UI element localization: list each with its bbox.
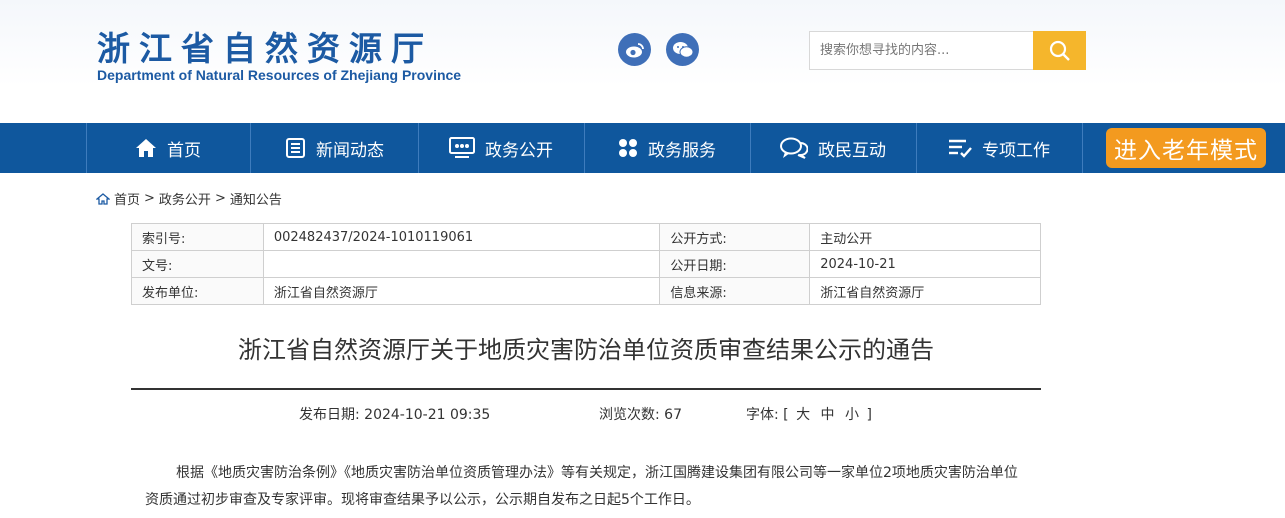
nav-item-label: 新闻动态 xyxy=(316,140,384,161)
nav-item-special-work[interactable]: 专项工作 xyxy=(916,123,1082,173)
site-title-cn[interactable]: 浙江省自然资源厅 xyxy=(97,22,433,70)
home-icon xyxy=(136,139,156,157)
article-paragraph: 根据《地质灾害防治条例》《地质灾害防治单位资质管理办法》等有关规定，浙江国腾建设… xyxy=(145,465,1018,508)
nav-item-label: 专项工作 xyxy=(982,140,1050,161)
search-icon xyxy=(1049,40,1070,61)
nav-item-home[interactable]: 首页 xyxy=(86,123,250,173)
font-small-button[interactable]: 小 xyxy=(845,407,859,423)
font-size-label: 字体: [ xyxy=(746,407,789,423)
nav-item-gov-open[interactable]: 政务公开 xyxy=(418,123,584,173)
site-header: 浙江省自然资源厅 Department of Natural Resources… xyxy=(0,0,1285,123)
publish-date: 发布日期: 2024-10-21 09:35 xyxy=(299,407,491,423)
issuer-label: 发布单位: xyxy=(131,277,264,305)
gov-open-icon xyxy=(449,137,475,158)
news-icon xyxy=(286,138,305,158)
weibo-icon xyxy=(625,42,644,57)
nav-divider xyxy=(1082,123,1083,173)
document-meta-table: 索引号: 002482437/2024-1010119061 公开方式: 主动公… xyxy=(131,223,1041,305)
source-value: 浙江省自然资源厅 xyxy=(809,277,1041,305)
search-button[interactable] xyxy=(1033,31,1086,70)
service-grid-icon xyxy=(619,139,637,157)
breadcrumb-gov-open[interactable]: 政务公开 xyxy=(159,189,211,208)
nav-item-service[interactable]: 政务服务 xyxy=(584,123,750,173)
nav-item-label: 政务服务 xyxy=(648,140,716,161)
nav-item-label: 政民互动 xyxy=(818,140,886,161)
elder-mode-button[interactable]: 进入老年模式 xyxy=(1106,128,1266,168)
view-count: 浏览次数: 67 xyxy=(599,407,682,423)
source-label: 信息来源: xyxy=(659,277,811,305)
open-mode-value: 主动公开 xyxy=(809,223,1041,251)
font-size-control: 字体: [ 大 中 小 ] xyxy=(746,404,872,424)
article-title: 浙江省自然资源厅关于地质灾害防治单位资质审查结果公示的通告 xyxy=(238,336,934,364)
main-nav: 首页 新闻动态 政务公开 政务服务 政民互动 专项工作 xyxy=(0,123,1285,173)
breadcrumb-separator: > xyxy=(144,191,155,206)
nav-item-interaction[interactable]: 政民互动 xyxy=(750,123,916,173)
breadcrumb-home[interactable]: 首页 xyxy=(114,189,140,208)
nav-item-news[interactable]: 新闻动态 xyxy=(250,123,418,173)
open-mode-label: 公开方式: xyxy=(659,223,811,251)
doc-no-label: 文号: xyxy=(131,250,264,278)
table-row: 发布单位: 浙江省自然资源厅 信息来源: 浙江省自然资源厅 xyxy=(131,277,1041,305)
font-size-bracket: ] xyxy=(866,407,872,423)
open-date-value: 2024-10-21 xyxy=(809,250,1041,278)
site-title-en[interactable]: Department of Natural Resources of Zheji… xyxy=(97,67,461,83)
table-row: 索引号: 002482437/2024-1010119061 公开方式: 主动公… xyxy=(131,223,1041,251)
list-check-icon xyxy=(949,139,972,158)
open-date-label: 公开日期: xyxy=(659,250,811,278)
search-input[interactable] xyxy=(809,31,1034,70)
issuer-value: 浙江省自然资源厅 xyxy=(262,277,661,305)
index-label: 索引号: xyxy=(131,223,264,251)
index-value: 002482437/2024-1010119061 xyxy=(262,223,661,251)
breadcrumb-notices[interactable]: 通知公告 xyxy=(230,189,282,208)
font-large-button[interactable]: 大 xyxy=(796,407,810,423)
table-row: 文号: 公开日期: 2024-10-21 xyxy=(131,250,1041,278)
breadcrumb-separator: > xyxy=(214,191,226,206)
nav-item-label: 政务公开 xyxy=(485,140,553,161)
weibo-button[interactable] xyxy=(618,33,651,66)
breadcrumb: 首页 > 政务公开 > 通知公告 xyxy=(96,189,282,208)
doc-no-value xyxy=(262,250,661,278)
wechat-icon xyxy=(672,41,693,58)
wechat-button[interactable] xyxy=(666,33,699,66)
title-divider xyxy=(131,388,1041,390)
font-medium-button[interactable]: 中 xyxy=(821,407,835,423)
chat-icon xyxy=(780,137,808,159)
home-icon xyxy=(96,192,110,205)
nav-item-label: 首页 xyxy=(167,140,201,161)
